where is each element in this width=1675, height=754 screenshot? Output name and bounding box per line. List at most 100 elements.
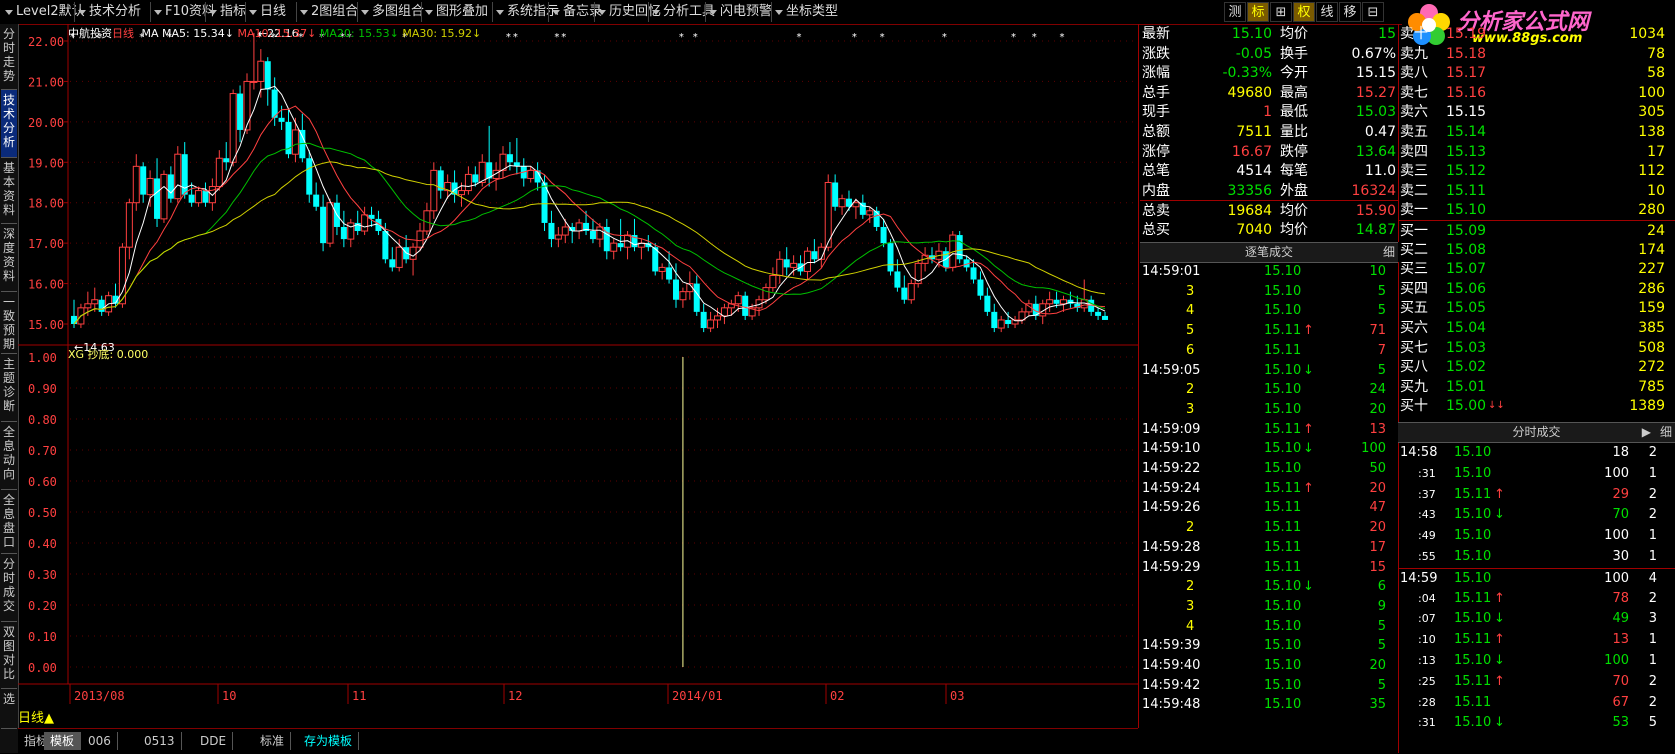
bottom-tab-2[interactable]: 006: [82, 732, 118, 750]
signal-star: *: [506, 32, 511, 43]
x-tick-label: 2013/08: [74, 689, 125, 703]
ma20-value: MA20: 15.53↓: [319, 27, 399, 40]
left-tab-2[interactable]: 基本资料: [1, 158, 17, 224]
x-tick-label: 2014/01: [672, 689, 723, 703]
sub-y-tick-label: 0.00: [28, 661, 57, 675]
tick-price: 15.11: [1264, 500, 1302, 516]
arrow-down-icon: ↓: [1303, 579, 1314, 595]
order-level-label: 买七: [1400, 339, 1428, 356]
order-volume: 78: [1647, 45, 1665, 62]
minute-volume: 18: [1612, 445, 1629, 460]
minute-detail-button[interactable]: 细: [1660, 423, 1672, 442]
bottom-tab-1[interactable]: 模板: [44, 732, 82, 750]
menu-item-1[interactable]: 技术分析: [74, 2, 150, 22]
minute-price: 15.10: [1454, 715, 1492, 731]
bottom-tab-4[interactable]: DDE: [194, 732, 234, 750]
toolbar-button-2[interactable]: ⊞: [1270, 2, 1292, 22]
order-level-label: 买六: [1400, 320, 1428, 336]
order-price: 15.16: [1446, 84, 1487, 101]
kline-chart-svg[interactable]: 22.00 21.00 20.00 19.00 18.00 17.00 16.00 15.00…: [18, 24, 1138, 728]
toolbar-button-1[interactable]: 标: [1247, 2, 1269, 22]
bottom-tab-3[interactable]: 0513: [138, 732, 182, 750]
left-tab-3[interactable]: 深度资料: [1, 224, 17, 292]
tick-time: 14:59:42: [1142, 677, 1201, 693]
candle-body: [610, 242, 618, 252]
menu-item-0[interactable]: Level2默认: [2, 2, 85, 22]
order-row: 买九 15.01 785: [1398, 377, 1675, 397]
bottom-tab-6[interactable]: 存为模板: [298, 732, 360, 750]
signal-star: *: [1032, 32, 1037, 43]
tick-time: 14:59:48: [1142, 697, 1201, 713]
menu-item-3[interactable]: 指标: [205, 2, 246, 22]
candle-body: [313, 194, 320, 207]
minute-count: 2: [1648, 590, 1657, 606]
menu-item-6[interactable]: 多图组合: [357, 2, 424, 22]
order-row: 卖四 15.13 17: [1398, 142, 1675, 162]
menu-item-2[interactable]: F10资料: [150, 2, 215, 22]
left-tab-9[interactable]: 双图对比: [1, 622, 17, 689]
quote-row: 总额 7511 量比 0.47: [1140, 122, 1398, 142]
left-tab-8[interactable]: 分时成交: [1, 554, 17, 622]
tick-volume: 6: [1377, 579, 1386, 595]
quote-value: 49680: [1227, 84, 1272, 101]
kline-chart-panel[interactable]: 22.00 21.00 20.00 19.00 18.00 17.00 16.00 15.00…: [18, 24, 1139, 728]
quote-row: 涨跌 -0.05 换手 0.67%: [1140, 44, 1398, 64]
left-tab-6[interactable]: 全息动向: [1, 422, 17, 490]
left-tab-4[interactable]: 一致预期: [1, 292, 17, 354]
left-tab-10[interactable]: 选: [1, 689, 17, 729]
tick-volume: 5: [1377, 303, 1386, 319]
ticks-detail-button[interactable]: 细: [1383, 243, 1395, 262]
menu-item-12[interactable]: 闪电预警: [705, 2, 772, 22]
toolbar-button-0[interactable]: 测: [1224, 2, 1246, 22]
minute-row: :55 15.10 30 1: [1398, 547, 1675, 568]
tick-time: 3: [1186, 401, 1195, 417]
sub-y-tick-label: 0.40: [28, 537, 57, 551]
order-level-label: 买十: [1400, 398, 1428, 415]
quote-value: 11.0: [1364, 163, 1396, 180]
toolbar-button-6[interactable]: ⊟: [1362, 2, 1384, 22]
tick-row: 14:59:39 15.10 5: [1140, 636, 1398, 656]
play-icon[interactable]: ▶: [1642, 423, 1651, 442]
quote-key: 最低: [1280, 104, 1308, 121]
ma10-value: MA10: 15.37↓: [237, 27, 317, 40]
tick-time: 14:59:01: [1142, 264, 1201, 279]
minute-price: 15.11: [1454, 673, 1492, 689]
candle-body: [395, 246, 403, 268]
menu-item-7[interactable]: 图形叠加: [421, 2, 492, 22]
menu-item-4[interactable]: 日线: [245, 2, 296, 22]
candle-body: [907, 283, 915, 301]
signal-star: *: [554, 32, 559, 43]
ticks-header[interactable]: 逐笔成交 细: [1140, 242, 1398, 263]
menu-item-5[interactable]: 2图组合: [296, 2, 358, 22]
menu-item-9[interactable]: 备忘录: [548, 2, 602, 22]
menu-item-8[interactable]: 系统指示: [492, 2, 559, 22]
signal-star: *: [852, 32, 857, 43]
minute-row: :04 15.11 ↑ 78 2: [1398, 589, 1675, 610]
toolbar-button-5[interactable]: 移: [1339, 2, 1361, 22]
quote-row: 最新 15.10 均价 15: [1140, 24, 1398, 44]
bottom-tab-5[interactable]: 标准: [254, 732, 292, 750]
left-tab-1[interactable]: 技术分析: [1, 90, 17, 158]
order-volume: 17: [1647, 143, 1665, 160]
order-row: 卖七 15.16 100: [1398, 83, 1675, 103]
menu-item-11[interactable]: 分析工具: [648, 2, 715, 22]
left-tab-7[interactable]: 全息盘口: [1, 490, 17, 554]
candle-body: [832, 182, 839, 207]
left-tab-0[interactable]: 分时走势: [1, 24, 17, 90]
minute-price: 15.10: [1454, 570, 1492, 586]
tick-row: 14:59:40 15.10 20: [1140, 656, 1398, 676]
arrow-up-icon: ↑: [1494, 486, 1505, 502]
toolbar-button-3[interactable]: 权: [1293, 2, 1315, 22]
minute-header[interactable]: 分时成交 ▶ 细: [1398, 422, 1675, 443]
toolbar-button-4[interactable]: 线: [1316, 2, 1338, 22]
minute-volume: 49: [1612, 611, 1629, 627]
menu-item-13[interactable]: 坐标类型: [771, 2, 841, 22]
left-tab-5[interactable]: 主题诊断: [1, 354, 17, 422]
candle-body: [154, 178, 161, 219]
candle-body: [326, 202, 334, 244]
menu-item-10[interactable]: 历史回忆: [594, 2, 661, 22]
minute-row: :07 15.10 ↓ 49 3: [1398, 609, 1675, 630]
signal-star: *: [693, 32, 698, 43]
minute-count: 1: [1648, 653, 1657, 668]
quote-key: 最新: [1142, 26, 1170, 42]
